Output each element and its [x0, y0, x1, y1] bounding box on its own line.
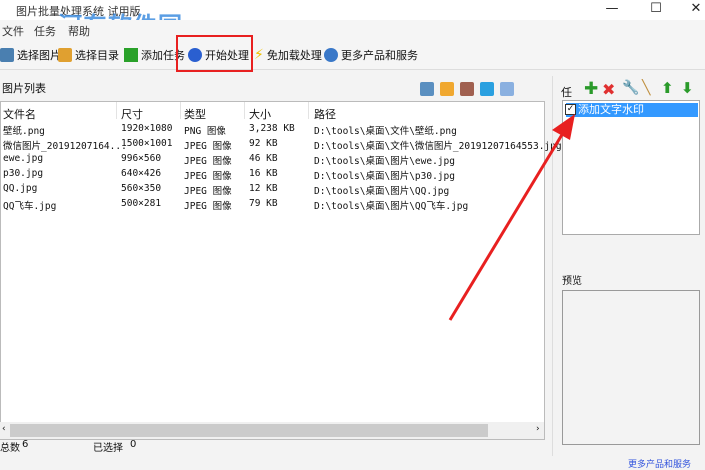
- annotation-arrow: [448, 114, 575, 321]
